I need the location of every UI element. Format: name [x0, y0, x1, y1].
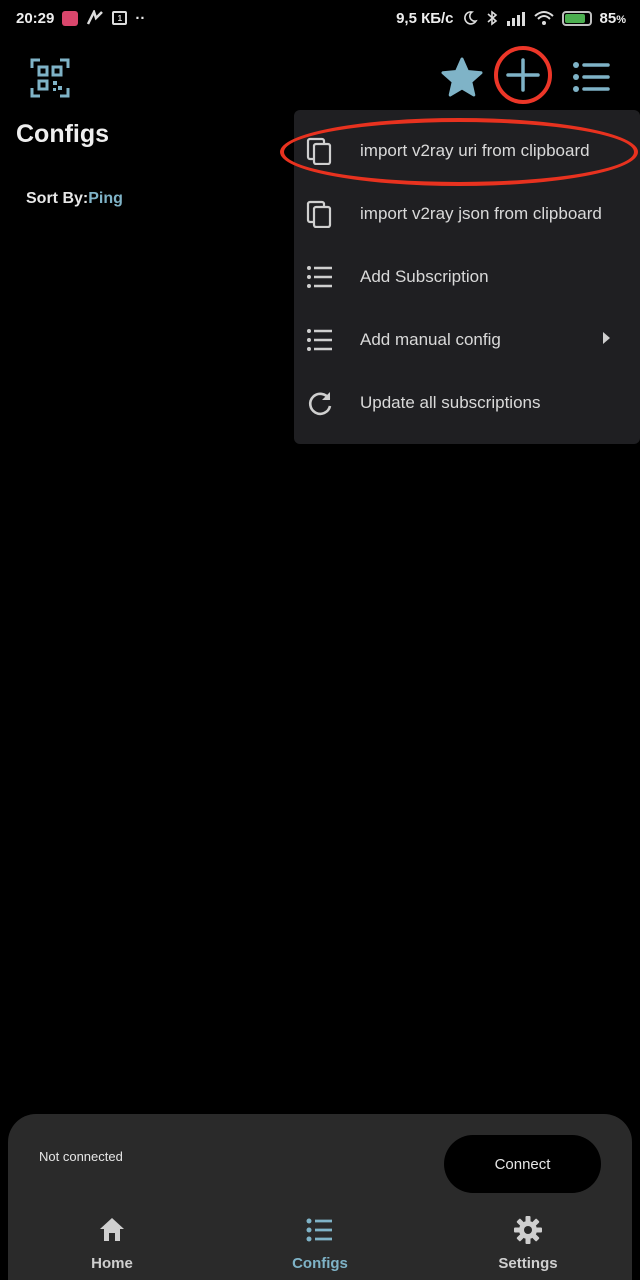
list-icon	[307, 329, 332, 351]
copy-icon	[306, 200, 332, 228]
battery-percent: 85%	[600, 10, 626, 27]
menu-item-add-subscription[interactable]: Add Subscription	[294, 246, 640, 308]
menu-item-label: Add manual config	[360, 330, 501, 349]
list-icon	[573, 62, 610, 92]
status-bar: 20:29 1 ·· 9,5 КБ/с 85%	[0, 0, 640, 36]
nav-item-label: Settings	[498, 1255, 558, 1272]
menu-item-label: Add Subscription	[360, 267, 489, 286]
menu-item-label: Update all subscriptions	[360, 393, 541, 412]
status-dots: ··	[135, 9, 146, 27]
star-icon	[441, 57, 483, 97]
bluetooth-icon	[486, 10, 498, 26]
status-bar-right: 9,5 КБ/с 85%	[396, 10, 626, 27]
refresh-icon	[309, 392, 332, 416]
battery-percent-value: 85	[599, 9, 617, 27]
page-title: Configs	[16, 120, 110, 148]
qr-scan-icon	[30, 58, 70, 98]
highlight-annotation-oval	[280, 118, 638, 186]
battery-fill	[564, 13, 585, 23]
signal-app-icon	[86, 10, 104, 26]
favorites-button[interactable]	[440, 56, 484, 100]
sort-by-value[interactable]: Ping	[88, 190, 123, 207]
nav-item-label: Configs	[292, 1255, 348, 1272]
home-icon	[100, 1218, 124, 1241]
gear-icon	[514, 1216, 542, 1244]
nav-item-label: Home	[91, 1255, 133, 1272]
qr-scan-button[interactable]	[30, 58, 74, 98]
sort-by-control[interactable]: Sort By:Ping	[26, 190, 123, 208]
menu-item-label: import v2ray json from clipboard	[360, 204, 602, 223]
moon-icon	[462, 10, 478, 26]
nav-item-settings[interactable]: Settings	[458, 1210, 598, 1280]
add-config-button[interactable]	[494, 46, 552, 104]
notification-app-icon	[62, 10, 79, 26]
battery-charging-icon	[561, 10, 592, 26]
cellular-icon	[506, 10, 526, 26]
menu-item-import-json[interactable]: import v2ray json from clipboard	[294, 183, 640, 245]
network-speed: 9,5 КБ/с	[396, 9, 454, 27]
connect-button[interactable]: Connect	[444, 1135, 601, 1193]
sim-icon: 1	[112, 11, 128, 25]
nav-item-configs[interactable]: Configs	[250, 1210, 390, 1280]
list-icon	[306, 1218, 332, 1242]
connection-status: Not connected	[39, 1149, 123, 1164]
wifi-icon	[533, 10, 554, 26]
status-time: 20:29	[16, 9, 55, 27]
menu-item-update-subscriptions[interactable]: Update all subscriptions	[294, 372, 640, 434]
sort-by-label: Sort By:	[26, 190, 89, 207]
status-bar-left: 20:29 1 ··	[16, 10, 145, 27]
app-screen: 20:29 1 ·· 9,5 КБ/с 85% Configs Sort By:…	[0, 0, 640, 1280]
bottom-panel: Not connected Connect Home Configs Setti…	[8, 1114, 632, 1280]
list-icon	[307, 266, 332, 288]
battery-percent-suffix: %	[616, 13, 626, 26]
plus-icon	[506, 58, 540, 92]
submenu-arrow-icon	[603, 332, 610, 344]
list-menu-button[interactable]	[571, 60, 615, 96]
menu-item-add-manual-config[interactable]: Add manual config	[294, 309, 640, 371]
nav-item-home[interactable]: Home	[42, 1210, 182, 1280]
